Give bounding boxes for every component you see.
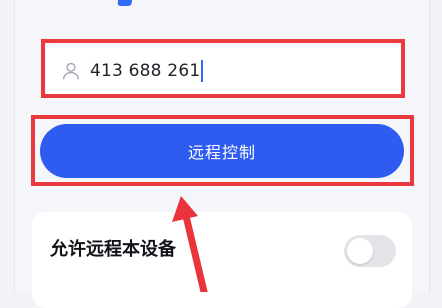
input-highlight-box bbox=[41, 39, 405, 98]
button-highlight-box bbox=[31, 115, 414, 186]
logo-fragment bbox=[117, 0, 133, 6]
settings-card: 允许远程本设备 bbox=[32, 212, 412, 308]
toggle-knob bbox=[347, 238, 373, 264]
allow-remote-toggle[interactable] bbox=[344, 235, 396, 267]
allow-remote-label: 允许远程本设备 bbox=[50, 239, 176, 260]
